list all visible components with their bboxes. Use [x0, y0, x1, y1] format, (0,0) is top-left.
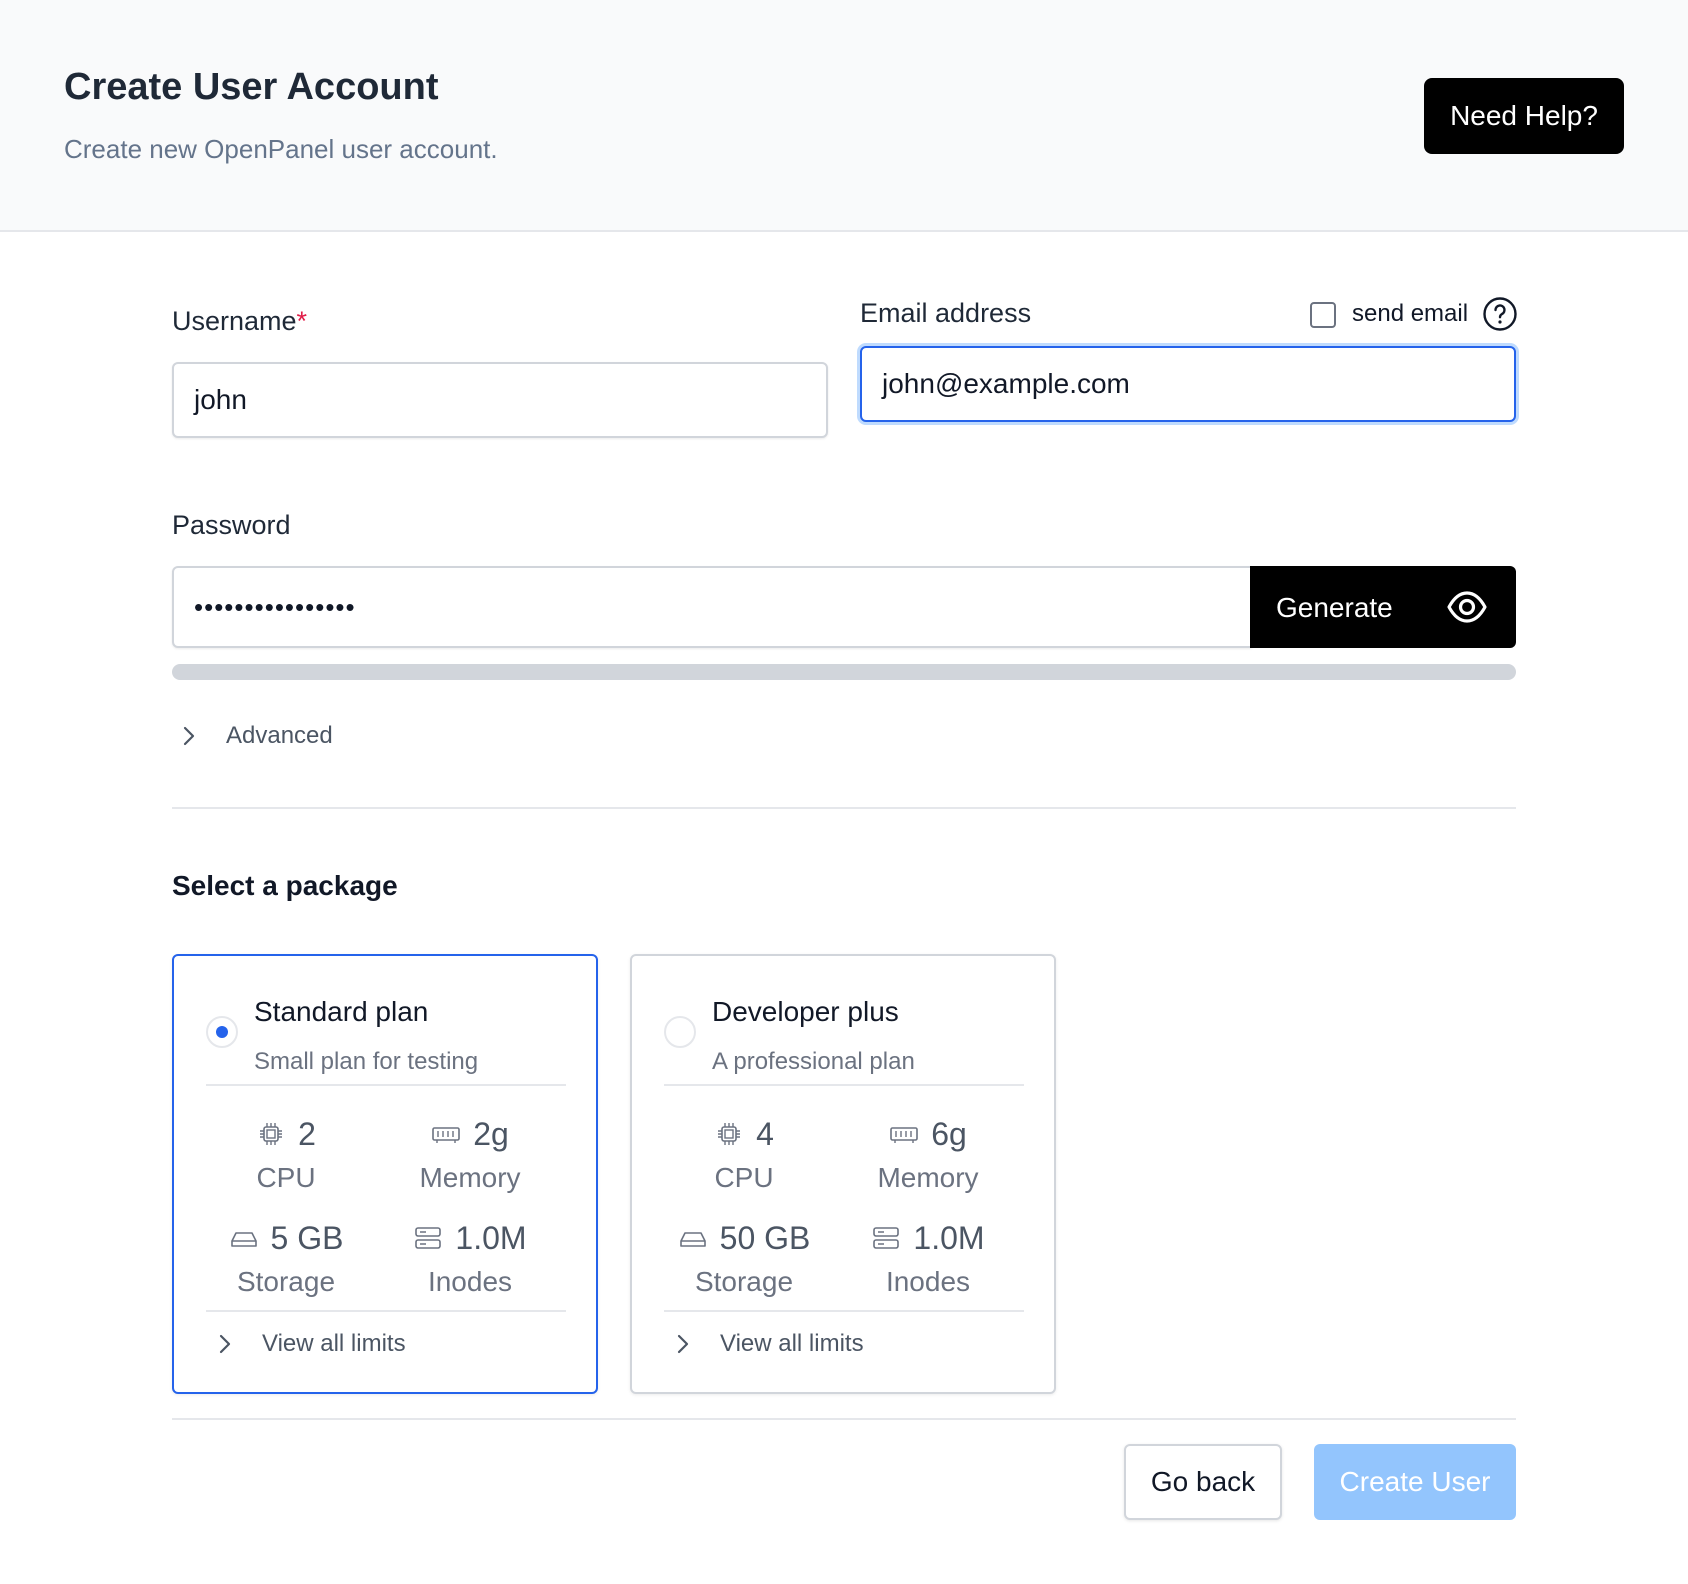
storage-stat: 50 GB Storage	[654, 1218, 834, 1298]
card-divider	[664, 1310, 1024, 1312]
generate-password-button[interactable]: Generate	[1250, 566, 1516, 648]
cpu-value: 4	[756, 1115, 774, 1152]
username-label: Username*	[172, 306, 307, 337]
storage-value: 5 GB	[270, 1219, 344, 1256]
server-icon	[415, 1227, 442, 1249]
memory-label: Memory	[877, 1162, 979, 1193]
hard-drive-icon	[230, 1232, 257, 1247]
memory-icon	[432, 1127, 461, 1143]
page-header: Create User Account Create new OpenPanel…	[0, 0, 1688, 232]
section-divider	[172, 807, 1516, 809]
package-section-title: Select a package	[172, 870, 398, 901]
package-card-developer[interactable]: Developer plus A professional plan 4 CPU…	[630, 954, 1056, 1394]
server-icon	[873, 1227, 900, 1249]
hard-drive-icon	[679, 1232, 706, 1247]
advanced-toggle[interactable]: Advanced	[178, 718, 333, 754]
plan-description: Small plan for testing	[254, 1048, 479, 1075]
view-all-limits-toggle[interactable]: View all limits	[672, 1330, 864, 1358]
memory-stat: 2g Memory	[380, 1114, 560, 1194]
package-radio[interactable]	[206, 1016, 238, 1048]
inodes-stat: 1.0M Inodes	[380, 1218, 560, 1298]
plan-name: Standard plan	[254, 996, 429, 1027]
memory-label: Memory	[419, 1162, 521, 1193]
chevron-right-icon	[183, 726, 195, 746]
cpu-stat: 2 CPU	[196, 1114, 376, 1194]
storage-value: 50 GB	[719, 1219, 811, 1256]
inodes-value: 1.0M	[455, 1219, 527, 1256]
password-value: ••••••••••••••••	[194, 591, 356, 622]
card-divider	[206, 1084, 566, 1086]
cpu-stat: 4 CPU	[654, 1114, 834, 1194]
storage-label: Storage	[694, 1266, 794, 1297]
package-radio[interactable]	[664, 1016, 696, 1048]
cpu-value: 2	[298, 1115, 316, 1152]
card-divider	[664, 1084, 1024, 1086]
view-all-limits-label: View all limits	[262, 1330, 406, 1357]
card-divider	[206, 1310, 566, 1312]
password-input[interactable]: ••••••••••••••••	[172, 566, 1252, 648]
cpu-label: CPU	[714, 1162, 774, 1193]
inodes-stat: 1.0M Inodes	[838, 1218, 1018, 1298]
plan-description: A professional plan	[712, 1048, 915, 1075]
email-input[interactable]: john@example.com	[860, 346, 1516, 422]
page-subtitle: Create new OpenPanel user account.	[64, 134, 498, 164]
advanced-label: Advanced	[226, 722, 333, 749]
cpu-icon	[260, 1123, 283, 1145]
view-all-limits-label: View all limits	[720, 1330, 864, 1357]
inodes-value: 1.0M	[913, 1219, 985, 1256]
page-title: Create User Account	[64, 66, 439, 108]
eye-icon[interactable]	[1446, 587, 1488, 627]
package-card-standard[interactable]: Standard plan Small plan for testing 2 C…	[172, 954, 598, 1394]
plan-name: Developer plus	[712, 996, 899, 1027]
create-user-button[interactable]: Create User	[1314, 1444, 1516, 1520]
memory-stat: 6g Memory	[838, 1114, 1018, 1194]
cpu-label: CPU	[256, 1162, 316, 1193]
chevron-right-icon	[219, 1334, 231, 1354]
question-circle-icon[interactable]	[1482, 296, 1518, 332]
required-mark: *	[296, 306, 308, 336]
memory-value: 6g	[931, 1115, 967, 1152]
generate-label: Generate	[1276, 592, 1393, 623]
need-help-button[interactable]: Need Help?	[1424, 78, 1624, 154]
storage-stat: 5 GB Storage	[196, 1218, 376, 1298]
chevron-right-icon	[677, 1334, 689, 1354]
go-back-button[interactable]: Go back	[1124, 1444, 1282, 1520]
inodes-label: Inodes	[885, 1266, 971, 1297]
username-label-text: Username	[172, 306, 297, 336]
footer-divider	[172, 1418, 1516, 1420]
email-label: Email address	[860, 298, 1032, 328]
memory-value: 2g	[473, 1115, 509, 1152]
memory-icon	[890, 1127, 919, 1143]
username-value: john	[194, 384, 247, 415]
cpu-icon	[718, 1123, 741, 1145]
password-label: Password	[172, 510, 291, 540]
email-value: john@example.com	[882, 368, 1130, 399]
send-email-label: send email	[1352, 300, 1469, 327]
send-email-checkbox[interactable]	[1310, 302, 1336, 328]
view-all-limits-toggle[interactable]: View all limits	[214, 1330, 406, 1358]
radio-selected-dot	[216, 1026, 228, 1038]
inodes-label: Inodes	[427, 1266, 513, 1297]
password-strength-bar	[172, 664, 1516, 680]
storage-label: Storage	[236, 1266, 336, 1297]
username-input[interactable]: john	[172, 362, 828, 438]
